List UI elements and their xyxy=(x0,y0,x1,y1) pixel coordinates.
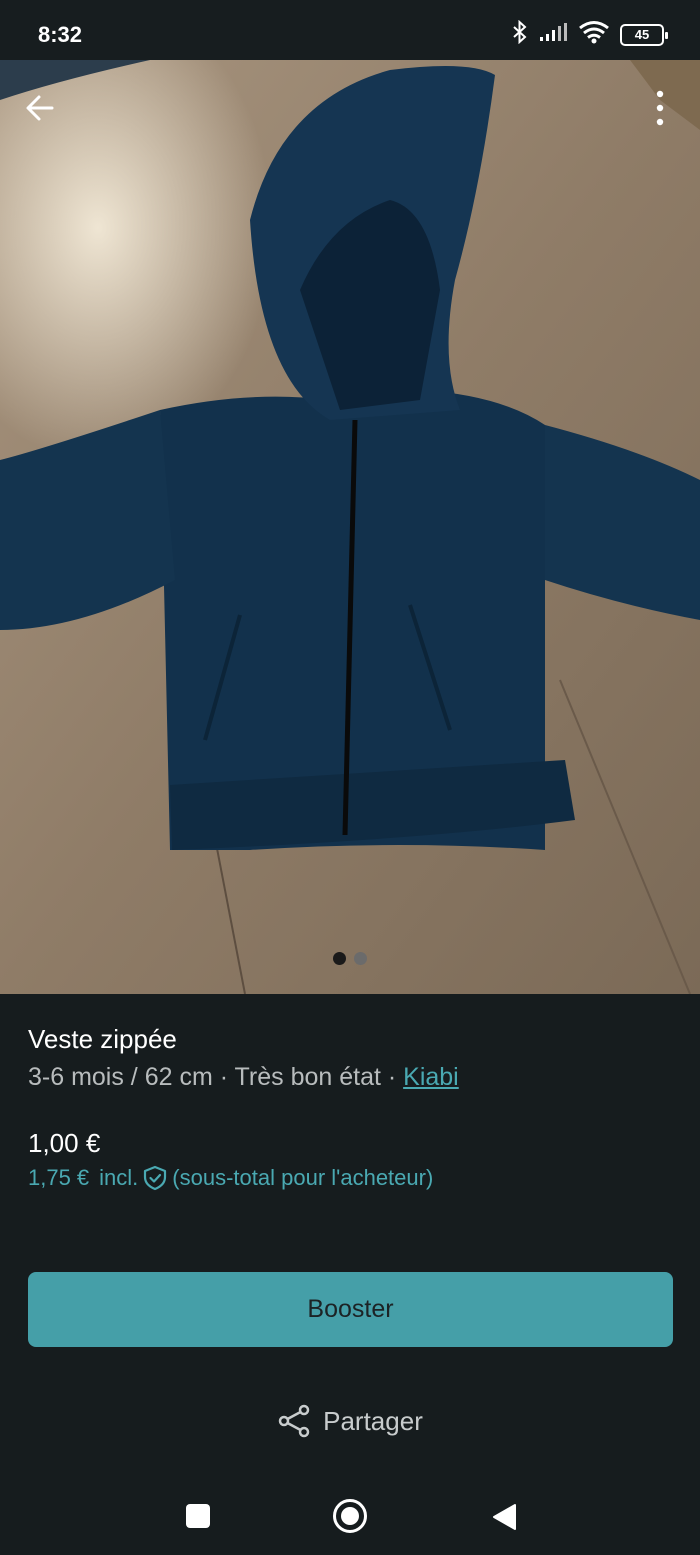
back-button[interactable] xyxy=(20,88,60,128)
system-nav-bar xyxy=(0,1475,700,1555)
incl-label: incl. xyxy=(99,1165,139,1190)
buyer-price: 1,75 € xyxy=(28,1165,90,1190)
status-icons: 45 xyxy=(512,19,668,49)
item-price: 1,00 € xyxy=(28,1128,101,1158)
status-time: 8:32 xyxy=(38,22,83,47)
pagination-dot-1[interactable] xyxy=(333,952,346,965)
status-bar: 8:32 45 xyxy=(0,0,700,60)
signal-icon xyxy=(538,22,568,47)
nav-back-button[interactable] xyxy=(491,1503,517,1531)
battery-icon: 45 xyxy=(620,23,668,46)
item-brand-link[interactable]: Kiabi xyxy=(403,1063,459,1091)
more-vertical-icon xyxy=(656,90,664,126)
hoodie-photo xyxy=(0,60,700,994)
wifi-icon xyxy=(578,20,610,49)
meta-separator: · xyxy=(212,1063,235,1091)
booster-button[interactable]: Booster xyxy=(28,1272,673,1347)
item-size: 3-6 mois / 62 cm xyxy=(28,1063,213,1091)
home-button[interactable] xyxy=(333,1499,367,1533)
item-details: 3-6 mois / 62 cm · Très bon état · Kiabi xyxy=(28,1063,459,1092)
shield-check-icon xyxy=(142,1165,168,1191)
item-photo[interactable] xyxy=(0,60,700,994)
arrow-left-icon xyxy=(26,95,54,121)
bluetooth-icon xyxy=(512,19,528,49)
more-options-button[interactable] xyxy=(640,88,680,128)
item-title: Veste zippée xyxy=(28,1024,177,1054)
item-condition: Très bon état xyxy=(234,1063,381,1091)
share-icon xyxy=(278,1404,310,1438)
buyer-price-info[interactable]: 1,75 € incl. (sous-total pour l'acheteur… xyxy=(28,1165,433,1191)
share-button[interactable]: Partager xyxy=(0,1404,700,1438)
recents-button[interactable] xyxy=(186,1504,210,1528)
photo-pagination xyxy=(0,952,700,965)
share-label: Partager xyxy=(323,1405,423,1436)
pagination-dot-2[interactable] xyxy=(354,952,367,965)
buyer-price-note: (sous-total pour l'acheteur) xyxy=(172,1165,434,1190)
meta-separator: · xyxy=(380,1063,404,1091)
